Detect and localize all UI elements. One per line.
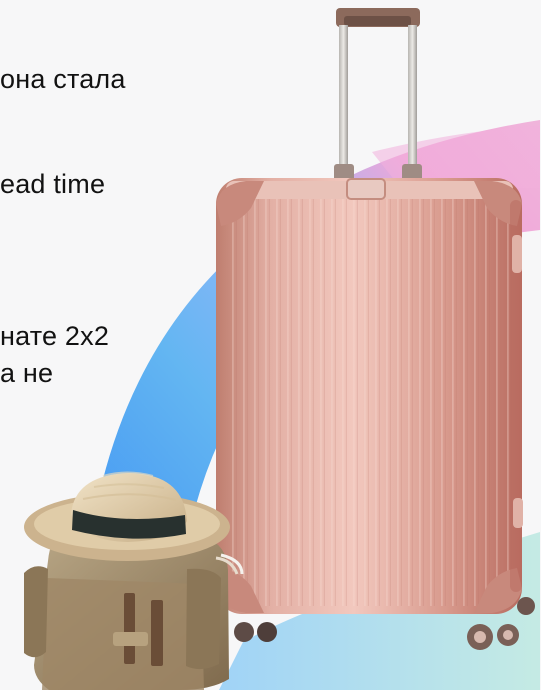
text-fragment-3: нате 2x2 <box>0 321 110 351</box>
text-fragment-4: а не <box>0 358 54 388</box>
text-fragment-1: она стала <box>0 64 126 94</box>
rose-gold-suitcase-illustration <box>216 8 535 650</box>
canvas-bag-illustration <box>24 532 244 690</box>
straw-hat-illustration <box>24 471 230 561</box>
text-fragment-2: ead time <box>0 169 106 199</box>
page: она стала ead time нате 2x2 а не <box>0 0 541 690</box>
gradient-arc-decoration <box>81 120 540 690</box>
